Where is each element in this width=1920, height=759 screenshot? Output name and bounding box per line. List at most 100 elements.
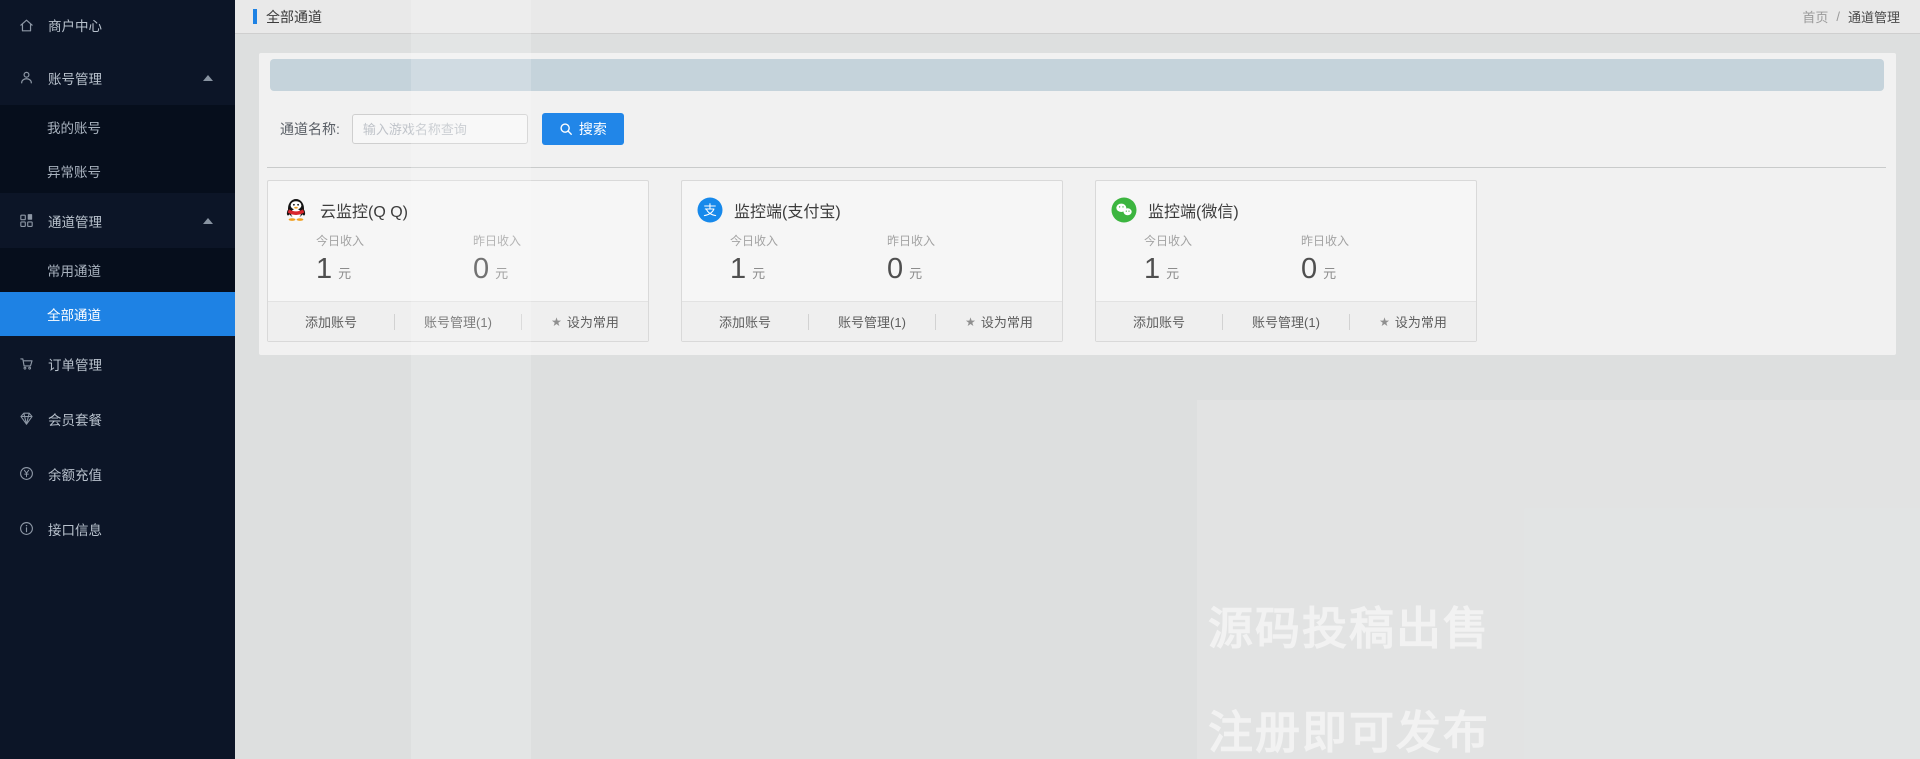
channel-cards-row: 云监控(Q Q) 今日收入 1元 昨日收入 0元 添加账号 账号管理(1) ★设… [267, 180, 1477, 342]
sidebar-item-label: 会员套餐 [48, 409, 102, 429]
stat-unit: 元 [338, 263, 351, 282]
card-title: 云监控(Q Q) [320, 198, 408, 222]
sidebar-subitem-label: 异常账号 [47, 161, 101, 181]
stat-label: 昨日收入 [473, 232, 521, 249]
card-header: 支 监控端(支付宝) [697, 197, 841, 223]
card-footer: 添加账号 账号管理(1) ★ 设为常用 [268, 301, 648, 341]
home-icon [18, 17, 48, 34]
stat-value: 0 [1301, 253, 1317, 286]
app-window: 商户中心 账号管理 我的账号 异常账号 通道管理 常用 [0, 0, 1920, 759]
watermark-light-block [1197, 400, 1920, 759]
sidebar-submenu-account: 我的账号 异常账号 [0, 105, 235, 193]
today-income-stat: 今日收入 1元 [1144, 232, 1192, 286]
stat-value: 1 [730, 253, 746, 286]
stat-unit: 元 [909, 263, 922, 282]
today-income-stat: 今日收入 1元 [316, 232, 364, 286]
breadcrumb-separator: / [1836, 9, 1840, 24]
card-footer: 添加账号 账号管理(1) ★ 设为常用 [682, 301, 1062, 341]
sidebar-subitem-abnormal-accounts[interactable]: 异常账号 [0, 149, 235, 193]
breadcrumb-home-link[interactable]: 首页 [1802, 7, 1828, 26]
search-label: 通道名称: [280, 119, 340, 139]
qq-icon [283, 197, 309, 223]
star-icon: ★ [965, 315, 976, 329]
grid-icon [18, 212, 48, 229]
yesterday-income-stat: 昨日收入 0元 [1301, 232, 1349, 286]
search-button[interactable]: 搜索 [542, 113, 624, 145]
caret-up-icon [203, 218, 213, 224]
breadcrumb-current: 通道管理 [1848, 7, 1900, 26]
sidebar-item-merchant-center[interactable]: 商户中心 [0, 0, 235, 50]
content-panel: 通道名称: 搜索 [259, 53, 1896, 355]
stat-unit: 元 [495, 263, 508, 282]
sidebar-item-label: 余额充值 [48, 464, 102, 484]
user-icon [18, 69, 48, 86]
stat-unit: 元 [1166, 263, 1179, 282]
sidebar-subitem-label: 常用通道 [47, 260, 101, 280]
stat-label: 今日收入 [316, 232, 364, 249]
stat-label: 昨日收入 [887, 232, 935, 249]
search-row: 通道名称: 搜索 [280, 111, 624, 147]
sidebar-item-balance-recharge[interactable]: 余额充值 [0, 446, 235, 501]
stat-value: 1 [316, 253, 332, 286]
sidebar-item-label: 接口信息 [48, 519, 102, 539]
add-account-button[interactable]: 添加账号 [1096, 302, 1222, 341]
sidebar-item-label: 通道管理 [48, 211, 102, 231]
set-favorite-button[interactable]: ★ 设为常用 [522, 302, 648, 341]
stat-value: 0 [473, 253, 489, 286]
sidebar-subitem-label: 我的账号 [47, 117, 101, 137]
star-icon: ★ [551, 315, 562, 329]
stat-label: 昨日收入 [1301, 232, 1349, 249]
today-income-stat: 今日收入 1元 [730, 232, 778, 286]
sidebar: 商户中心 账号管理 我的账号 异常账号 通道管理 常用 [0, 0, 235, 759]
yesterday-income-stat: 昨日收入 0元 [473, 232, 521, 286]
manage-accounts-button[interactable]: 账号管理(1) [1223, 302, 1349, 341]
topbar: 全部通道 首页 / 通道管理 [235, 0, 1920, 34]
yesterday-income-stat: 昨日收入 0元 [887, 232, 935, 286]
sidebar-subitem-all-channels[interactable]: 全部通道 [0, 292, 235, 336]
stat-label: 今日收入 [730, 232, 778, 249]
set-favorite-button[interactable]: ★设为常用 [1350, 302, 1476, 341]
sidebar-subitem-common-channels[interactable]: 常用通道 [0, 248, 235, 292]
card-header: 监控端(微信) [1111, 197, 1239, 223]
add-account-button[interactable]: 添加账号 [268, 302, 394, 341]
notice-banner [270, 59, 1884, 91]
sidebar-item-member-packages[interactable]: 会员套餐 [0, 391, 235, 446]
gem-icon [18, 410, 48, 427]
stat-value: 1 [1144, 253, 1160, 286]
search-input[interactable] [352, 114, 528, 144]
search-icon [559, 122, 573, 136]
sidebar-item-channel-management[interactable]: 通道管理 [0, 193, 235, 248]
cart-icon [18, 355, 48, 372]
card-footer: 添加账号 账号管理(1) ★设为常用 [1096, 301, 1476, 341]
sidebar-item-api-info[interactable]: 接口信息 [0, 501, 235, 556]
card-title: 监控端(微信) [1148, 198, 1239, 222]
channel-card-wechat: 监控端(微信) 今日收入 1元 昨日收入 0元 添加账号 账号管理(1) ★设为… [1095, 180, 1477, 342]
favorite-label: 设为常用 [1395, 312, 1447, 331]
stat-unit: 元 [752, 263, 765, 282]
card-title: 监控端(支付宝) [734, 198, 841, 222]
favorite-label: 设为常用 [981, 312, 1033, 331]
info-icon [18, 520, 48, 537]
set-favorite-button[interactable]: ★ 设为常用 [936, 302, 1062, 341]
manage-accounts-button[interactable]: 账号管理(1) [809, 302, 935, 341]
sidebar-item-order-management[interactable]: 订单管理 [0, 336, 235, 391]
stat-unit: 元 [1323, 263, 1336, 282]
breadcrumb: 首页 / 通道管理 [1802, 7, 1900, 26]
sidebar-subitem-my-accounts[interactable]: 我的账号 [0, 105, 235, 149]
watermark-text-line2: 注册即可发布 [1208, 696, 1490, 759]
sidebar-item-label: 订单管理 [48, 354, 102, 374]
caret-up-icon [203, 75, 213, 81]
watermark-text-line1: 源码投稿出售 [1208, 592, 1490, 657]
add-account-button[interactable]: 添加账号 [682, 302, 808, 341]
sidebar-item-label: 商户中心 [48, 15, 102, 35]
svg-text:支: 支 [703, 203, 717, 218]
sidebar-submenu-channel: 常用通道 全部通道 [0, 248, 235, 336]
yen-icon [18, 465, 48, 482]
sidebar-item-label: 账号管理 [48, 68, 102, 88]
manage-accounts-button[interactable]: 账号管理(1) [395, 302, 521, 341]
section-divider [267, 167, 1886, 168]
sidebar-item-account-management[interactable]: 账号管理 [0, 50, 235, 105]
alipay-icon: 支 [697, 197, 723, 223]
sidebar-subitem-label: 全部通道 [47, 304, 101, 324]
favorite-label: 设为常用 [567, 312, 619, 331]
